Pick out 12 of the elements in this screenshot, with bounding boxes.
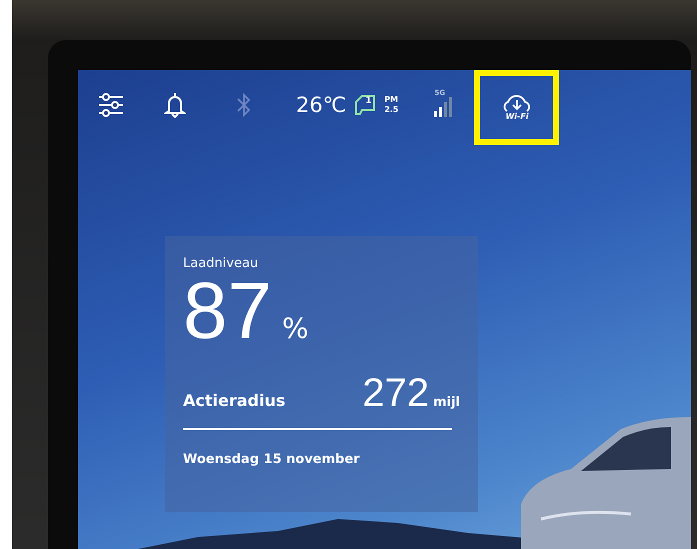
range-value: 272 bbox=[362, 371, 430, 416]
range-label: Actieradius bbox=[183, 391, 286, 410]
range-unit: mijl bbox=[433, 395, 460, 410]
pm-label: PM 2.5 bbox=[384, 95, 398, 115]
settings-icon[interactable] bbox=[98, 93, 124, 117]
temperature-reading: 26℃ bbox=[296, 93, 346, 117]
cabin-air-icon: 1 bbox=[354, 94, 376, 116]
charge-value: 87 bbox=[183, 269, 272, 353]
bell-icon[interactable] bbox=[164, 92, 186, 118]
date-text: Woensdag 15 november bbox=[183, 452, 361, 467]
charge-unit: % bbox=[282, 312, 309, 345]
charge-title: Laadniveau bbox=[183, 256, 260, 271]
